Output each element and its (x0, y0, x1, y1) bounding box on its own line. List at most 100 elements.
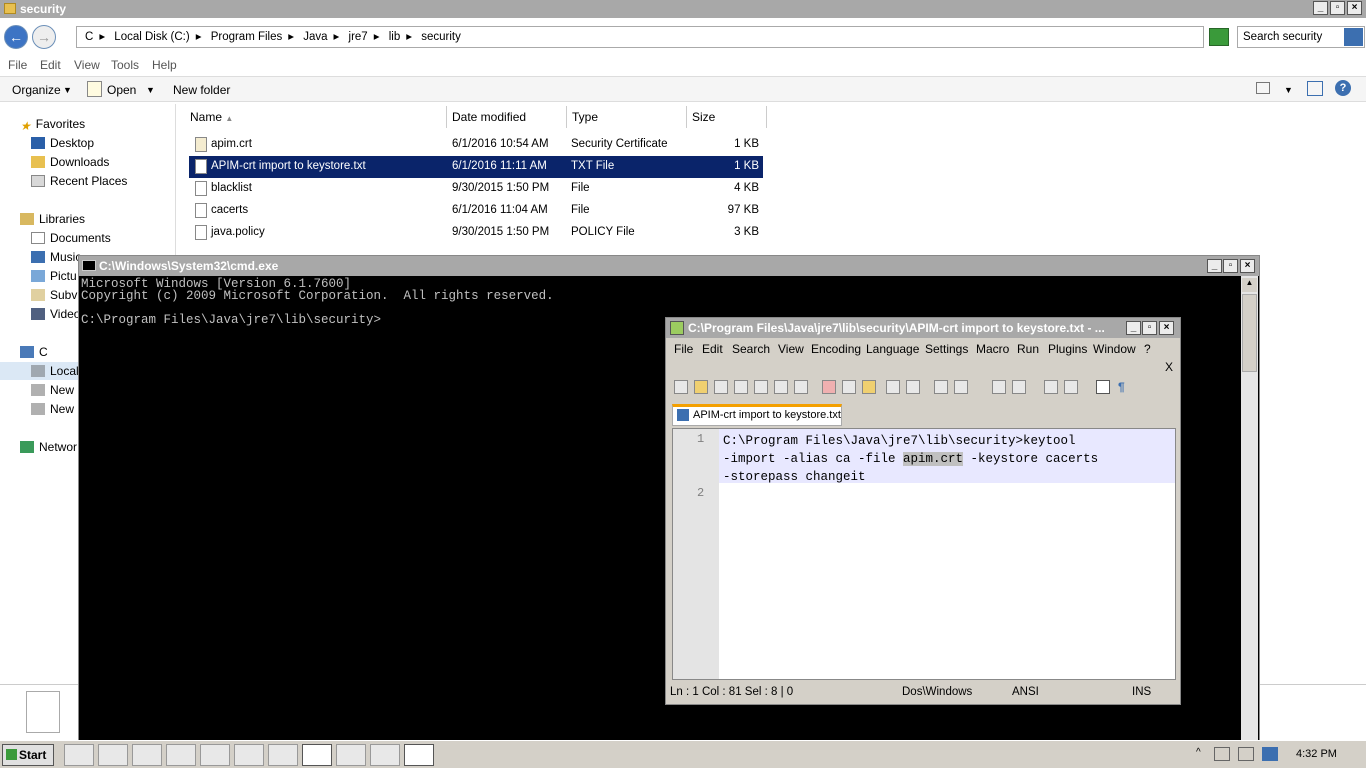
editor-text[interactable]: C:\Program Files\Java\jre7\lib\security>… (723, 432, 1098, 486)
close-button[interactable]: × (1240, 259, 1255, 273)
file-row[interactable]: blacklist 9/30/2015 1:50 PM File 4 KB (189, 178, 763, 200)
nav-desktop[interactable]: Desktop (31, 134, 94, 152)
npp-editor[interactable]: 1 2 C:\Program Files\Java\jre7\lib\secur… (672, 428, 1176, 680)
breadcrumb-jre7[interactable]: jre7 (349, 31, 368, 43)
breadcrumb-lib[interactable]: lib (389, 31, 401, 43)
replace-icon[interactable] (954, 380, 968, 394)
nav-new-volume-1[interactable]: New (31, 381, 74, 399)
close-button[interactable]: × (1159, 321, 1174, 335)
firefox-icon[interactable] (268, 744, 298, 766)
maximize-button[interactable]: ▫ (1223, 259, 1238, 273)
chevron-down-icon[interactable]: ▼ (146, 85, 155, 95)
show-desktop-icon[interactable] (64, 744, 94, 766)
npp-title-bar[interactable]: C:\Program Files\Java\jre7\lib\security\… (666, 318, 1180, 338)
file-row[interactable]: java.policy 9/30/2015 1:50 PM POLICY Fil… (189, 222, 763, 244)
network-taskbar-icon[interactable] (166, 744, 196, 766)
skype-icon[interactable] (370, 744, 400, 766)
scroll-thumb[interactable] (1242, 294, 1257, 372)
maximize-button[interactable]: ▫ (1330, 1, 1345, 15)
scroll-up-icon[interactable]: ▲ (1242, 278, 1257, 292)
app-icon[interactable] (234, 744, 264, 766)
menu-edit[interactable]: Edit (40, 58, 61, 72)
nav-downloads[interactable]: Downloads (31, 153, 109, 171)
ie-icon[interactable] (200, 744, 230, 766)
breadcrumb-program-files[interactable]: Program Files (211, 31, 283, 43)
npp-menu-macro[interactable]: Macro (976, 342, 1009, 356)
tray-icon[interactable] (1262, 747, 1278, 761)
new-folder-button[interactable]: New folder (173, 83, 230, 97)
column-name[interactable]: Name ▲ (185, 106, 447, 128)
file-row[interactable]: cacerts 6/1/2016 11:04 AM File 97 KB (189, 200, 763, 222)
zoom-out-icon[interactable] (1012, 380, 1026, 394)
npp-menu-language[interactable]: Language (866, 342, 919, 356)
npp-menu-run[interactable]: Run (1017, 342, 1039, 356)
npp-menu-window[interactable]: Window (1093, 342, 1136, 356)
address-bar[interactable]: C ▸ Local Disk (C:) ▸ Program Files ▸ Java ▸… (76, 26, 1204, 48)
open-file-icon[interactable] (694, 380, 708, 394)
menu-file[interactable]: File (8, 58, 27, 72)
nav-subversion[interactable]: Subv (31, 286, 77, 304)
breadcrumb-java[interactable]: Java (303, 31, 327, 43)
search-icon[interactable] (1344, 28, 1363, 46)
close-button[interactable]: × (1347, 1, 1362, 15)
file-row[interactable]: apim.crt 6/1/2016 10:54 AM Security Cert… (189, 134, 763, 156)
close-all-icon[interactable] (774, 380, 788, 394)
search-input[interactable]: Search security (1237, 26, 1365, 48)
menu-help[interactable]: Help (152, 58, 177, 72)
npp-tab[interactable]: APIM-crt import to keystore.txt (672, 404, 842, 426)
forward-button[interactable]: → (32, 25, 56, 49)
minimize-button[interactable]: _ (1207, 259, 1222, 273)
console-output[interactable]: Microsoft Windows [Version 6.1.7600] Copy… (81, 278, 554, 327)
minimize-button[interactable]: _ (1313, 1, 1328, 15)
save-icon[interactable] (714, 380, 728, 394)
nav-new-volume-2[interactable]: New (31, 400, 74, 418)
close-document-x[interactable]: X (1165, 360, 1173, 374)
npp-menu-plugins[interactable]: Plugins (1048, 342, 1087, 356)
cmd-taskbar-icon[interactable] (404, 744, 434, 766)
breadcrumb-c[interactable]: C (85, 31, 93, 43)
scrollbar[interactable]: ▲ (1241, 276, 1258, 742)
sync-vertical-icon[interactable] (1044, 380, 1058, 394)
explorer-title-bar[interactable]: security _ ▫ × (0, 0, 1366, 18)
npp-menu-view[interactable]: View (778, 342, 804, 356)
npp-menu-help[interactable]: ? (1144, 342, 1151, 356)
tray-icon[interactable] (1214, 747, 1230, 761)
clock[interactable]: 4:32 PM (1296, 748, 1337, 760)
print-icon[interactable] (794, 380, 808, 394)
preview-pane-icon[interactable] (1307, 81, 1323, 96)
chevron-down-icon[interactable]: ▼ (63, 85, 72, 95)
app-icon[interactable] (98, 744, 128, 766)
undo-icon[interactable] (886, 380, 900, 394)
nav-computer[interactable]: C (20, 343, 48, 361)
find-icon[interactable] (934, 380, 948, 394)
column-date[interactable]: Date modified (447, 106, 567, 128)
redo-icon[interactable] (906, 380, 920, 394)
nav-network[interactable]: Networ (20, 438, 77, 456)
minimize-button[interactable]: _ (1126, 321, 1141, 335)
column-size[interactable]: Size (687, 106, 767, 128)
maximize-button[interactable]: ▫ (1142, 321, 1157, 335)
word-wrap-icon[interactable] (1096, 380, 1110, 394)
app-icon[interactable] (336, 744, 366, 766)
npp-menu-search[interactable]: Search (732, 342, 770, 356)
show-all-characters-icon[interactable]: ¶ (1118, 380, 1132, 394)
zoom-in-icon[interactable] (992, 380, 1006, 394)
refresh-icon[interactable] (1209, 28, 1229, 46)
chevron-down-icon[interactable]: ▼ (1284, 85, 1293, 95)
breadcrumb-local-disk[interactable]: Local Disk (C:) (114, 31, 189, 43)
open-button[interactable]: Open (107, 83, 136, 97)
organize-button[interactable]: Organize (12, 83, 61, 97)
tray-icon[interactable] (1238, 747, 1254, 761)
help-icon[interactable]: ? (1335, 80, 1351, 96)
nav-favorites[interactable]: ★ Favorites (20, 115, 85, 133)
nav-libraries[interactable]: Libraries (20, 210, 85, 228)
start-button[interactable]: Start (2, 744, 54, 766)
sync-horizontal-icon[interactable] (1064, 380, 1078, 394)
nav-recent-places[interactable]: Recent Places (31, 172, 127, 190)
column-type[interactable]: Type (567, 106, 687, 128)
back-button[interactable]: ← (4, 25, 28, 49)
view-icon[interactable] (1256, 82, 1270, 94)
breadcrumb-security[interactable]: security (421, 31, 461, 43)
cmd-title-bar[interactable]: C:\Windows\System32\cmd.exe _ ▫ × (79, 256, 1259, 276)
npp-menu-file[interactable]: File (674, 342, 693, 356)
